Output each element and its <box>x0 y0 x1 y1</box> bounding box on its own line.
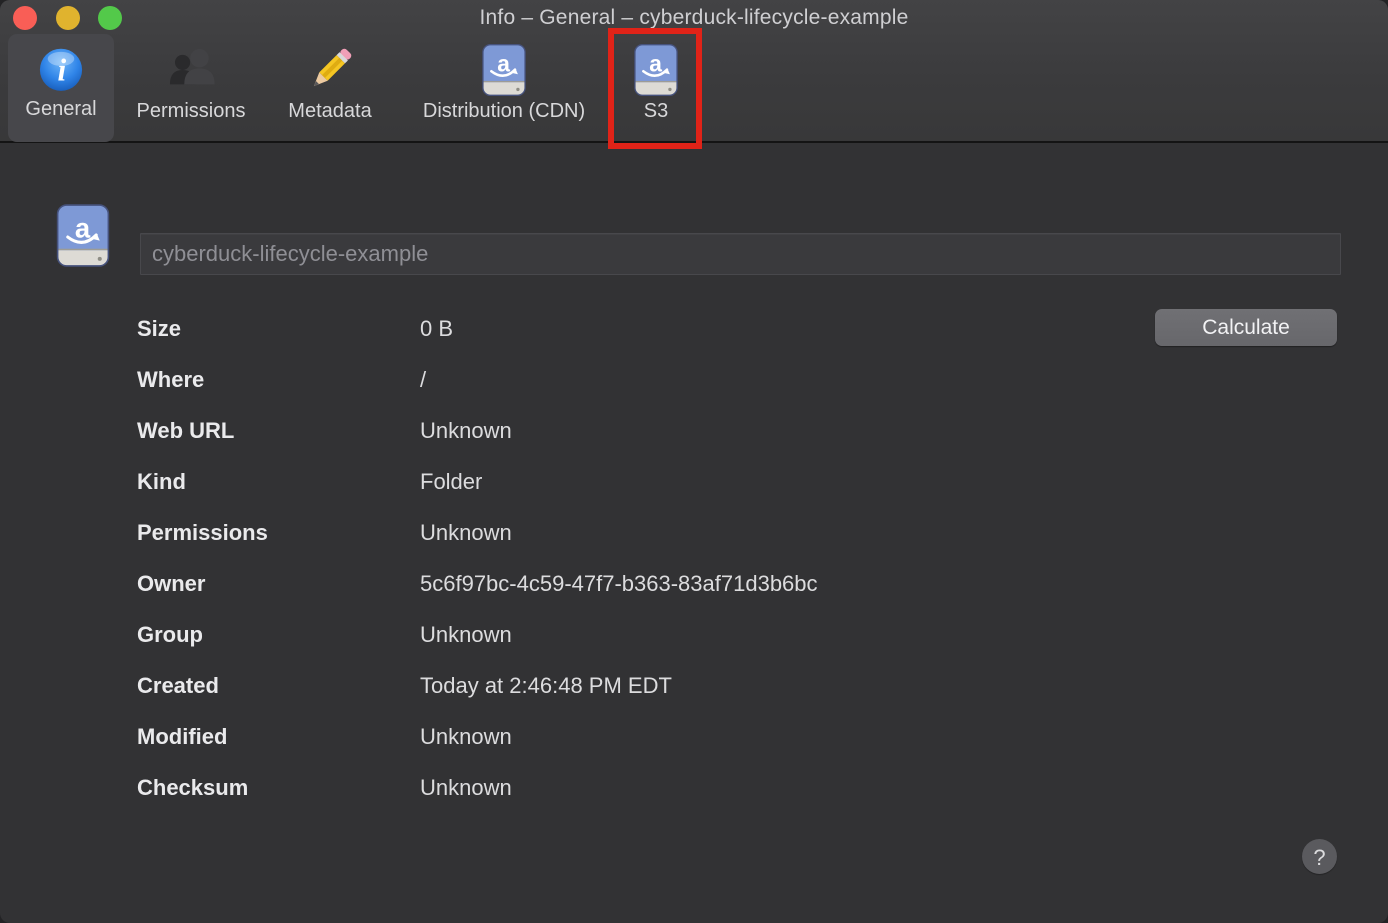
row-value: Unknown <box>420 418 512 443</box>
window-title: Info – General – cyberduck-lifecycle-exa… <box>0 6 1388 30</box>
amazon-drive-icon <box>477 43 531 97</box>
row-label: Kind <box>137 468 420 495</box>
row-label: Group <box>137 621 420 648</box>
info-row-web-url: Web URLUnknown <box>0 417 1388 468</box>
row-value: Unknown <box>420 724 512 749</box>
amazon-drive-icon <box>629 43 683 97</box>
help-button[interactable]: ? <box>1302 839 1337 874</box>
row-value: Unknown <box>420 622 512 647</box>
info-row-checksum: ChecksumUnknown <box>0 774 1388 825</box>
tab-label: Permissions <box>137 100 246 123</box>
info-row-modified: ModifiedUnknown <box>0 723 1388 774</box>
calculate-button[interactable]: Calculate <box>1155 309 1337 346</box>
row-value: 5c6f97bc-4c59-47f7-b363-83af71d3b6bc <box>420 571 818 596</box>
row-label: Web URL <box>137 417 420 444</box>
tab-metadata[interactable]: Metadata <box>268 34 392 142</box>
info-icon <box>36 43 86 95</box>
row-value: Folder <box>420 469 482 494</box>
tab-label: General <box>25 98 96 121</box>
row-value: Unknown <box>420 775 512 800</box>
tab-label: Distribution (CDN) <box>423 100 585 123</box>
pencil-icon <box>303 43 357 97</box>
general-info-list: Size0 B Where/ Web URLUnknown KindFolder… <box>0 315 1388 825</box>
amazon-drive-icon <box>50 203 116 268</box>
row-label: Where <box>137 366 420 393</box>
row-value: 0 B <box>420 316 453 341</box>
row-label: Size <box>137 315 420 342</box>
row-label: Created <box>137 672 420 699</box>
row-value: Unknown <box>420 520 512 545</box>
row-value: / <box>420 367 426 392</box>
row-label: Checksum <box>137 774 420 801</box>
tab-label: S3 <box>644 100 668 123</box>
filename-input[interactable] <box>140 233 1341 275</box>
info-window: Info – General – cyberduck-lifecycle-exa… <box>0 0 1388 923</box>
row-label: Modified <box>137 723 420 750</box>
info-row-group: GroupUnknown <box>0 621 1388 672</box>
row-label: Permissions <box>137 519 420 546</box>
tab-s3[interactable]: S3 <box>610 34 702 142</box>
info-row-kind: KindFolder <box>0 468 1388 519</box>
row-value: Today at 2:46:48 PM EDT <box>420 673 672 698</box>
info-row-owner: Owner5c6f97bc-4c59-47f7-b363-83af71d3b6b… <box>0 570 1388 621</box>
titlebar-toolbar: Info – General – cyberduck-lifecycle-exa… <box>0 0 1388 143</box>
tab-label: Metadata <box>288 100 371 123</box>
info-row-where: Where/ <box>0 366 1388 417</box>
tab-general[interactable]: General <box>8 34 114 142</box>
row-label: Owner <box>137 570 420 597</box>
users-icon <box>164 43 218 97</box>
tab-distribution-cdn[interactable]: Distribution (CDN) <box>396 34 612 142</box>
info-row-created: CreatedToday at 2:46:48 PM EDT <box>0 672 1388 723</box>
tab-permissions[interactable]: Permissions <box>122 34 260 142</box>
info-row-permissions: PermissionsUnknown <box>0 519 1388 570</box>
